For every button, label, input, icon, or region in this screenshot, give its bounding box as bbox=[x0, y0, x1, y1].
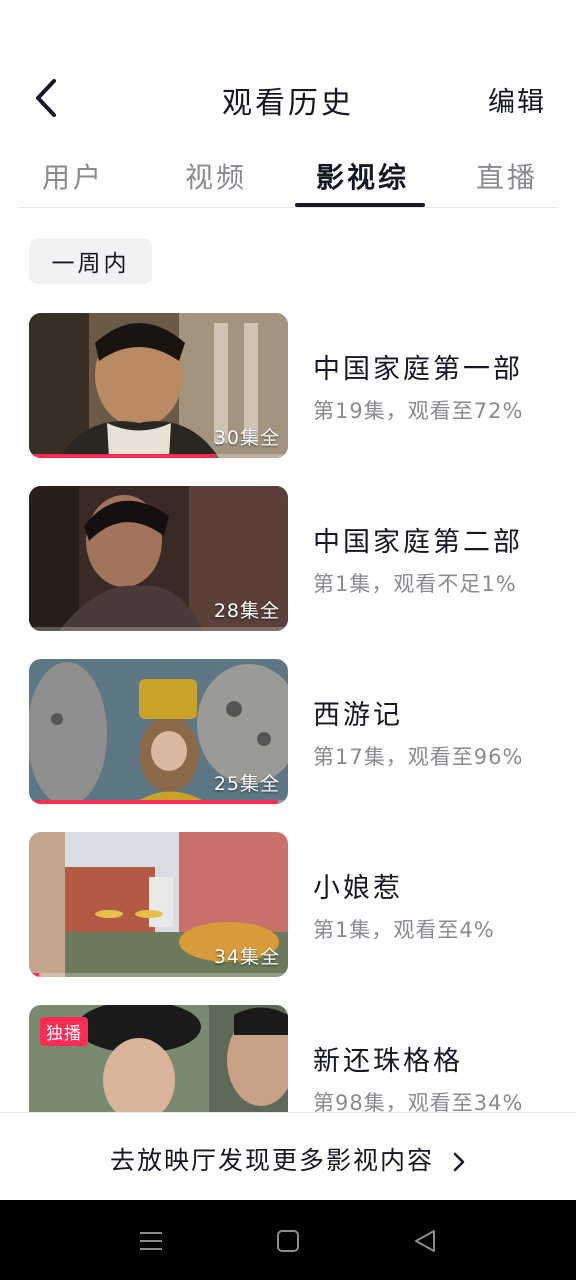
discover-more-label: 去放映厅发现更多影视内容 bbox=[110, 1146, 435, 1175]
exclusive-badge: 独播 bbox=[40, 1017, 88, 1046]
menu-icon bbox=[140, 1232, 162, 1250]
watch-progress-bar bbox=[29, 454, 216, 458]
home-button[interactable] bbox=[271, 1224, 305, 1258]
discover-more-banner[interactable]: 去放映厅发现更多影视内容 bbox=[0, 1112, 576, 1201]
progress-track bbox=[29, 973, 288, 977]
divider bbox=[18, 207, 558, 208]
list-item[interactable]: 28集全 中国家庭第二部 第1集，观看不足1% bbox=[29, 486, 569, 631]
tab-users[interactable]: 用户 bbox=[42, 156, 104, 196]
thumbnail: 28集全 bbox=[29, 486, 288, 631]
system-navigation-bar bbox=[0, 1200, 576, 1280]
item-progress-text: 第19集，观看至72% bbox=[313, 399, 524, 423]
menu-button[interactable] bbox=[134, 1224, 168, 1258]
watch-progress-bar bbox=[29, 800, 278, 804]
list-item[interactable]: 34集全 小娘惹 第1集，观看至4% bbox=[29, 832, 569, 977]
thumbnail: 30集全 bbox=[29, 313, 288, 458]
item-progress-text: 第17集，观看至96% bbox=[313, 745, 524, 769]
item-title: 小娘惹 bbox=[313, 873, 403, 904]
item-title: 西游记 bbox=[313, 700, 403, 731]
tab-videos[interactable]: 视频 bbox=[185, 156, 247, 196]
episode-count: 30集全 bbox=[213, 427, 280, 449]
thumbnail: 25集全 bbox=[29, 659, 288, 804]
watch-progress-bar bbox=[29, 973, 40, 977]
list-item[interactable]: 25集全 西游记 第17集，观看至96% bbox=[29, 659, 569, 804]
tab-film-tv-variety[interactable]: 影视综 bbox=[316, 156, 409, 196]
time-section-label: 一周内 bbox=[29, 238, 152, 284]
home-icon bbox=[277, 1230, 299, 1252]
tab-live[interactable]: 直播 bbox=[476, 156, 538, 196]
episode-count: 25集全 bbox=[213, 773, 280, 795]
chevron-right-icon bbox=[453, 1152, 465, 1172]
edit-button[interactable]: 编辑 bbox=[488, 80, 546, 119]
list-item[interactable]: 30集全 中国家庭第一部 第19集，观看至72% bbox=[29, 313, 569, 458]
item-progress-text: 第1集，观看至4% bbox=[313, 918, 495, 942]
episode-count: 34集全 bbox=[213, 946, 280, 968]
item-title: 中国家庭第二部 bbox=[313, 527, 523, 558]
item-title: 新还珠格格 bbox=[313, 1046, 463, 1077]
header: 观看历史 编辑 bbox=[0, 60, 576, 136]
item-progress-text: 第1集，观看不足1% bbox=[313, 572, 517, 596]
thumbnail: 34集全 bbox=[29, 832, 288, 977]
system-back-button[interactable] bbox=[408, 1224, 442, 1258]
tab-bar: 用户 视频 影视综 直播 bbox=[0, 146, 576, 208]
item-title: 中国家庭第一部 bbox=[313, 354, 523, 385]
watch-progress-bar bbox=[29, 627, 32, 631]
progress-track bbox=[29, 627, 288, 631]
episode-count: 28集全 bbox=[213, 600, 280, 622]
back-triangle-icon bbox=[415, 1230, 435, 1252]
